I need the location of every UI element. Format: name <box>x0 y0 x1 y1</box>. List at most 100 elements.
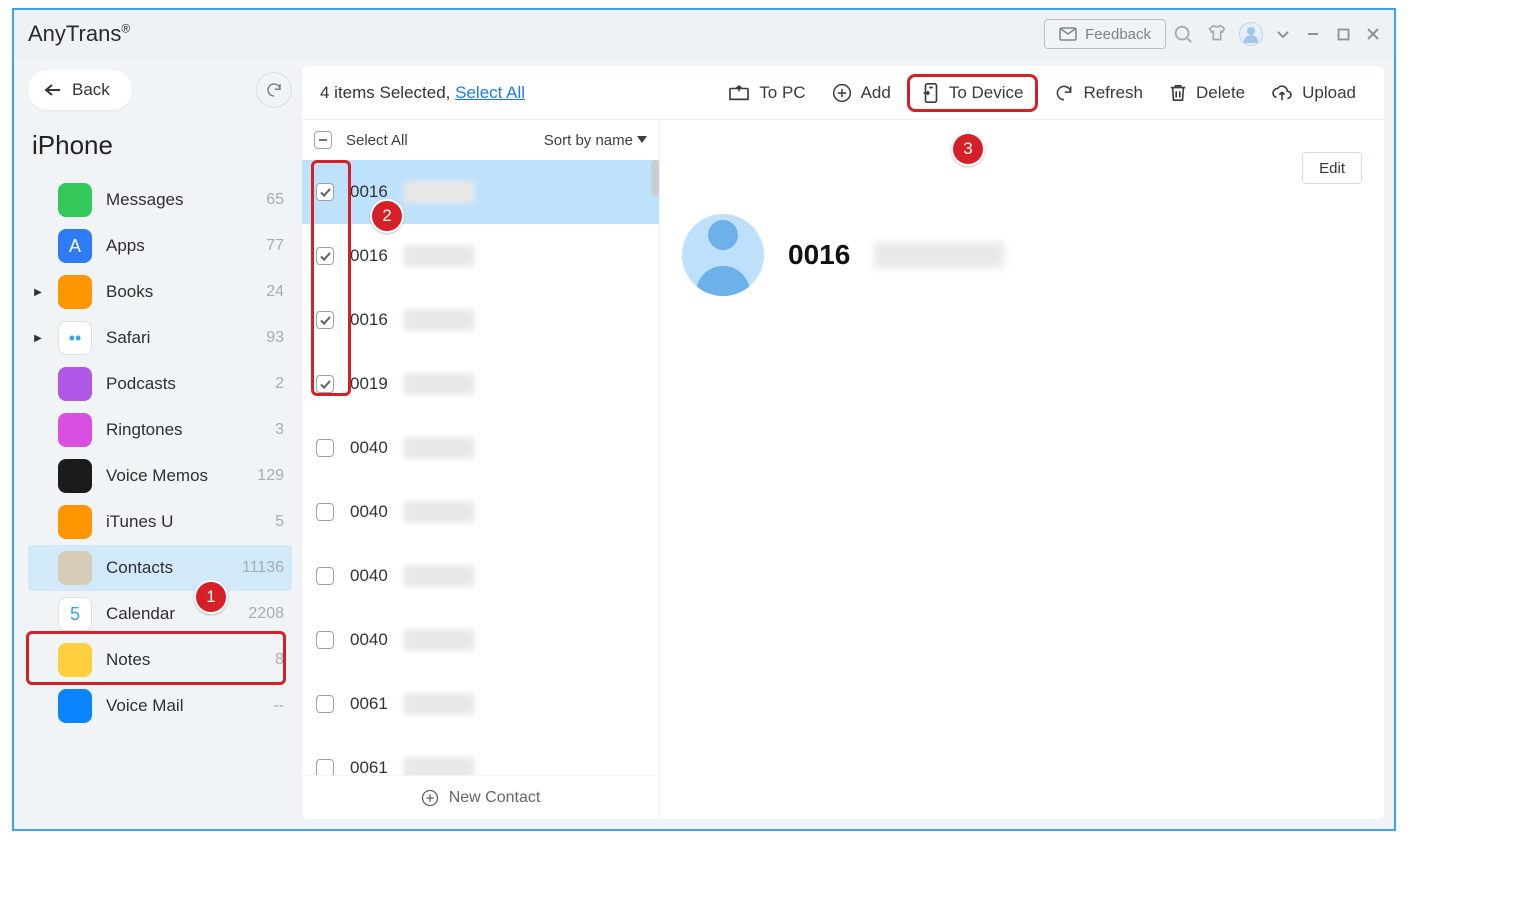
sidebar-item-label: Safari <box>106 328 252 348</box>
selection-status: 4 items Selected, Select All <box>320 83 525 103</box>
contact-id: 0019 <box>350 374 388 394</box>
contact-id: 0040 <box>350 438 388 458</box>
sidebar-item-contacts[interactable]: Contacts11136 <box>28 545 292 591</box>
sidebar-item-count: 24 <box>266 283 284 301</box>
app-window: AnyTrans® Feedback <box>12 8 1396 831</box>
contact-row[interactable]: 0040 <box>302 608 659 672</box>
contact-row[interactable]: 0040 <box>302 480 659 544</box>
contact-row[interactable]: 0061 <box>302 672 659 736</box>
refresh-button[interactable]: Refresh <box>1044 77 1153 109</box>
sidebar-item-label: Messages <box>106 190 252 210</box>
sidebar-item-label: Podcasts <box>106 374 261 394</box>
contact-checkbox[interactable] <box>316 311 334 329</box>
sort-dropdown[interactable]: Sort by name <box>544 132 647 149</box>
titlebar: AnyTrans® Feedback <box>14 10 1394 58</box>
select-all-checkbox[interactable] <box>314 131 332 149</box>
refresh-icon-button[interactable] <box>256 72 292 108</box>
back-label: Back <box>72 80 110 100</box>
contact-row[interactable]: 0061 <box>302 736 659 775</box>
chevron-down-icon <box>637 136 647 144</box>
contact-name-blur <box>404 693 474 715</box>
contact-row[interactable]: 0016 <box>302 288 659 352</box>
contact-checkbox[interactable] <box>316 183 334 201</box>
to-pc-button[interactable]: To PC <box>718 77 815 109</box>
contact-checkbox[interactable] <box>316 503 334 521</box>
plus-circle-icon <box>832 83 852 103</box>
sidebar-item-books[interactable]: ▶ Books 24 <box>28 269 292 315</box>
contact-row[interactable]: 0016 <box>302 160 659 224</box>
expand-arrow[interactable]: ▶ <box>32 333 44 344</box>
contact-checkbox[interactable] <box>316 759 334 775</box>
sidebar-item-calendar[interactable]: 5Calendar2208 <box>28 591 292 637</box>
sidebar-item-count: 2208 <box>248 605 284 623</box>
user-avatar[interactable] <box>1237 20 1265 48</box>
voice-memos-icon <box>58 459 92 493</box>
voice-mail-icon <box>58 689 92 723</box>
annotation-badge-3: 3 <box>951 132 985 166</box>
contact-name-blur <box>404 437 474 459</box>
search-icon[interactable] <box>1169 20 1197 48</box>
expand-arrow[interactable]: ▶ <box>32 287 44 298</box>
contact-row[interactable]: 0016 <box>302 224 659 288</box>
select-all-link[interactable]: Select All <box>455 83 525 102</box>
sidebar-item-safari[interactable]: ▶••Safari93 <box>28 315 292 361</box>
contact-detail: Edit 0016 <box>660 120 1384 819</box>
add-button[interactable]: Add <box>822 77 901 109</box>
sidebar-item-voice-memos[interactable]: Voice Memos 129 <box>28 453 292 499</box>
mail-icon <box>1059 27 1077 41</box>
select-all-label: Select All <box>346 132 408 149</box>
contact-checkbox[interactable] <box>316 695 334 713</box>
upload-button[interactable]: Upload <box>1261 77 1366 109</box>
upload-label: Upload <box>1302 83 1356 103</box>
back-button[interactable]: Back <box>28 70 132 110</box>
add-label: Add <box>861 83 891 103</box>
to-device-button[interactable]: To Device <box>907 74 1039 112</box>
contact-id: 0040 <box>350 502 388 522</box>
contact-row[interactable]: 0040 <box>302 544 659 608</box>
contact-checkbox[interactable] <box>316 375 334 393</box>
plus-circle-icon <box>421 789 439 807</box>
delete-button[interactable]: Delete <box>1159 77 1255 109</box>
contact-checkbox[interactable] <box>316 631 334 649</box>
contact-checkbox[interactable] <box>316 439 334 457</box>
close-button[interactable] <box>1361 22 1385 46</box>
sidebar-item-label: Books <box>106 282 252 302</box>
contact-name-blur <box>404 565 474 587</box>
minimize-button[interactable] <box>1301 22 1325 46</box>
sidebar-item-label: iTunes U <box>106 512 261 532</box>
itunes-u-icon <box>58 505 92 539</box>
new-contact-button[interactable]: New Contact <box>302 775 659 819</box>
sidebar-item-ringtones[interactable]: Ringtones3 <box>28 407 292 453</box>
sidebar-item-voice-mail[interactable]: Voice Mail-- <box>28 683 292 729</box>
sidebar-item-count: 65 <box>266 191 284 209</box>
sidebar-item-count: 129 <box>257 467 284 485</box>
trash-icon <box>1169 83 1187 103</box>
contact-row[interactable]: 0040 <box>302 416 659 480</box>
contacts-icon <box>58 551 92 585</box>
contact-name-blur <box>404 757 474 775</box>
sidebar-item-label: Voice Memos <box>106 466 243 486</box>
to-device-label: To Device <box>949 83 1024 103</box>
feedback-button[interactable]: Feedback <box>1044 19 1166 49</box>
sidebar-item-apps[interactable]: AApps77 <box>28 223 292 269</box>
scrollbar[interactable] <box>651 160 659 196</box>
sidebar-item-podcasts[interactable]: Podcasts2 <box>28 361 292 407</box>
sidebar-item-messages[interactable]: Messages 65 <box>28 177 292 223</box>
maximize-button[interactable] <box>1331 22 1355 46</box>
sidebar-item-itunes-u[interactable]: iTunes U5 <box>28 499 292 545</box>
messages-icon <box>58 183 92 217</box>
books-icon <box>58 275 92 309</box>
contact-row[interactable]: 0019 <box>302 352 659 416</box>
edit-button[interactable]: Edit <box>1302 152 1362 184</box>
cloud-upload-icon <box>1271 84 1293 102</box>
contact-checkbox[interactable] <box>316 247 334 265</box>
delete-label: Delete <box>1196 83 1245 103</box>
chevron-down-icon[interactable] <box>1271 22 1295 46</box>
tshirt-icon[interactable] <box>1203 20 1231 48</box>
sidebar-item-label: Ringtones <box>106 420 261 440</box>
sidebar-item-notes[interactable]: Notes8 <box>28 637 292 683</box>
refresh-icon <box>265 81 283 99</box>
list-body[interactable]: 0016001600160019004000400040004000610061 <box>302 160 659 775</box>
refresh-label: Refresh <box>1083 83 1143 103</box>
contact-checkbox[interactable] <box>316 567 334 585</box>
